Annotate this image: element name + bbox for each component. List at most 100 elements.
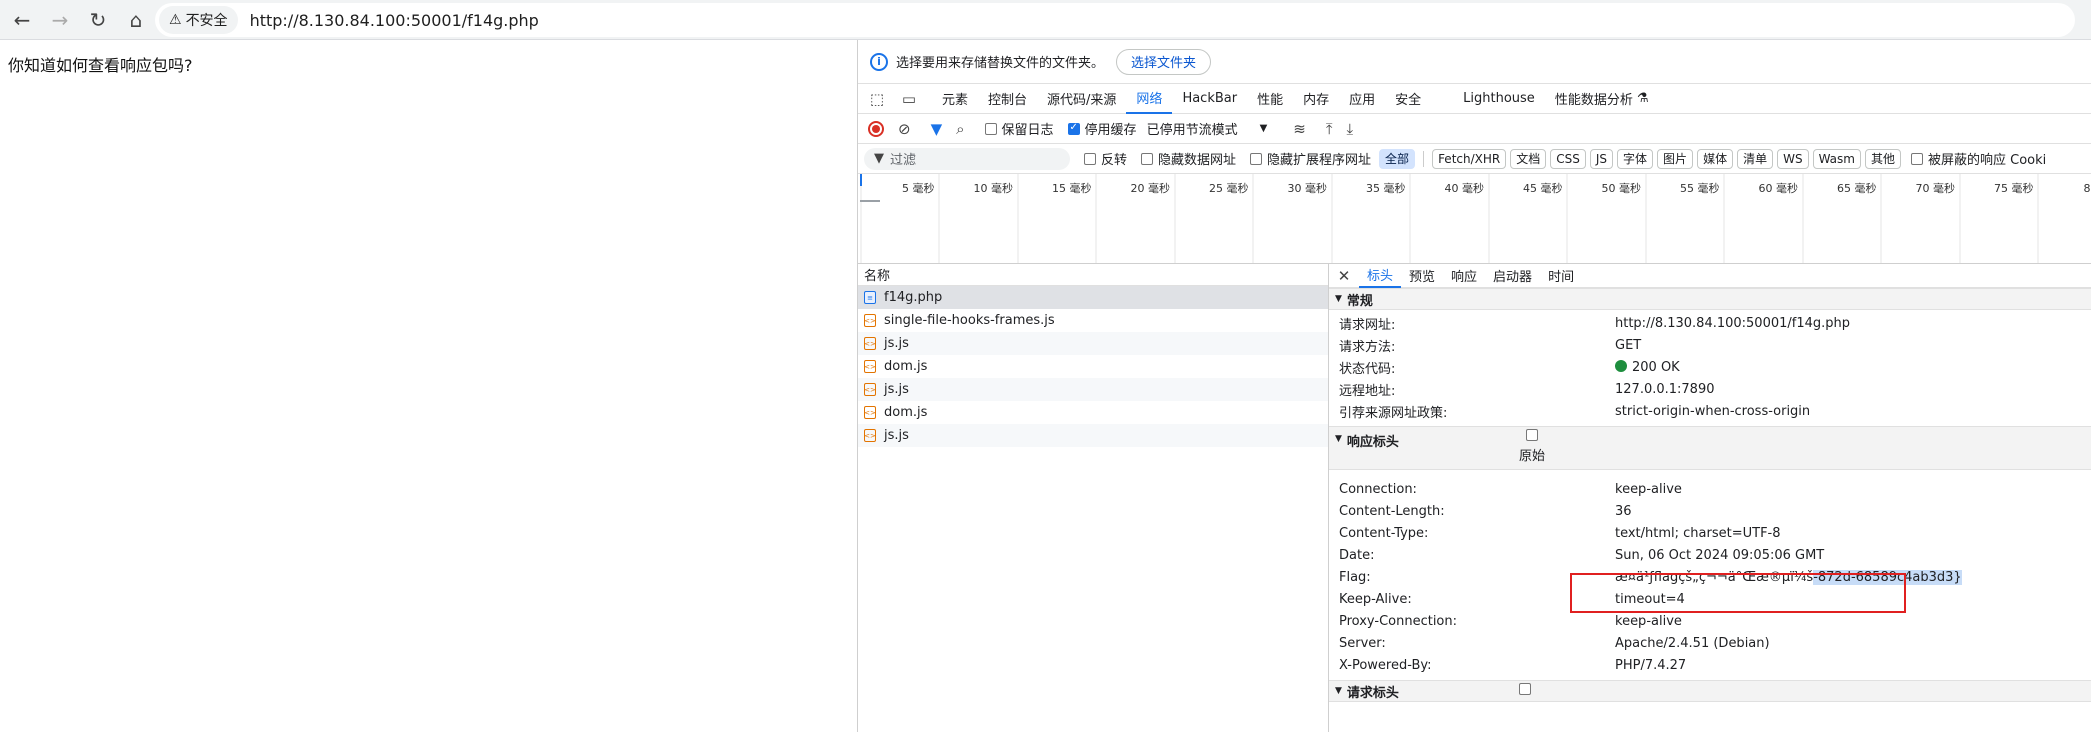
hide-data-urls-checkbox[interactable]: 隐藏数据网址 [1141,149,1236,168]
inspect-element-icon[interactable]: ⬚ [864,86,890,112]
header-value[interactable]: GET [1615,338,1641,353]
close-icon[interactable]: ✕ [1329,267,1359,285]
tab-network[interactable]: 网络 [1126,84,1173,114]
chevron-down-icon[interactable]: ▼ [1260,123,1268,134]
url-text[interactable]: http://8.130.84.100:50001/f14g.php [250,11,539,30]
tab-headers[interactable]: 标头 [1359,264,1402,288]
security-chip[interactable]: ⚠ 不安全 [159,6,238,34]
tab-memory[interactable]: 内存 [1293,84,1339,114]
hide-extension-urls-box[interactable] [1250,152,1263,165]
tab-elements[interactable]: 元素 [932,84,978,114]
chip-other[interactable]: 其他 [1864,148,1901,169]
chip-js[interactable]: JS [1589,148,1614,169]
chip-font[interactable]: 字体 [1617,148,1654,169]
forward-icon[interactable]: → [44,4,76,36]
tab-response[interactable]: 响应 [1443,264,1485,288]
hide-data-urls-box[interactable] [1141,152,1154,165]
record-icon[interactable] [868,120,884,137]
preserve-log-checkbox[interactable]: 保留日志 [984,119,1054,138]
search-icon[interactable]: ⌕ [956,120,964,138]
address-bar[interactable]: ⚠ 不安全 http://8.130.84.100:50001/f14g.php [155,3,2075,37]
request-row[interactable]: <> js.js [858,424,1328,447]
blocked-cookies-checkbox[interactable]: 被屏蔽的响应 Cooki [1911,149,2046,168]
header-value[interactable]: 127.0.0.1:7890 [1615,382,1715,397]
hide-extension-urls-checkbox[interactable]: 隐藏扩展程序网址 [1250,149,1371,168]
tab-timing[interactable]: 时间 [1540,264,1582,288]
tab-hackbar[interactable]: HackBar [1172,84,1247,114]
blocked-cookies-box[interactable] [1911,152,1923,165]
chip-ws[interactable]: WS [1777,148,1809,169]
tab-performance-insights[interactable]: 性能数据分析 [1545,84,1643,114]
chip-css[interactable]: CSS [1550,148,1586,169]
chip-fetch-xhr[interactable]: Fetch/XHR [1432,148,1507,169]
tab-performance[interactable]: 性能 [1247,84,1293,114]
request-row[interactable]: ≡ f14g.php [858,286,1328,309]
request-row[interactable]: <> js.js [858,378,1328,401]
tab-sources[interactable]: 源代码/来源 [1037,84,1126,114]
disable-cache-checkbox[interactable]: 停用缓存 [1067,119,1137,138]
chip-all[interactable]: 全部 [1379,148,1416,169]
throttle-select[interactable]: 已停用节流模式 [1147,119,1238,138]
script-icon: <> [864,406,876,419]
tab-security[interactable]: 安全 [1385,84,1431,114]
tab-initiator[interactable]: 启动器 [1485,264,1540,288]
tab-lighthouse[interactable]: Lighthouse [1453,84,1545,114]
header-value[interactable]: keep-alive [1615,614,1682,629]
chip-media[interactable]: 媒体 [1697,148,1734,169]
request-row[interactable]: <> dom.js [858,401,1328,424]
home-icon[interactable]: ⌂ [120,4,152,36]
filter-icon[interactable]: ▼ [931,120,943,138]
timeline-tick-label: 5 毫秒 [902,182,935,195]
request-raw-checkbox[interactable] [1519,683,1531,695]
header-value[interactable]: keep-alive [1615,482,1682,497]
info-icon: i [870,52,888,71]
invert-box[interactable] [1084,152,1096,165]
timeline-tick-label: 25 毫秒 [1209,182,1249,195]
header-value[interactable]: Sun, 06 Oct 2024 09:05:06 GMT [1615,548,1824,563]
select-folder-button[interactable]: 选择文件夹 [1116,48,1212,75]
preserve-log-box[interactable] [984,122,997,135]
header-value[interactable]: PHP/7.4.27 [1615,658,1686,673]
tab-preview[interactable]: 预览 [1401,264,1443,288]
chip-doc[interactable]: 文档 [1510,148,1547,169]
raw-toggle[interactable]: 原始 [1519,429,1545,464]
request-list-header[interactable]: 名称 [858,264,1328,286]
request-row[interactable]: <> dom.js [858,355,1328,378]
back-icon[interactable]: ← [6,4,38,36]
raw-checkbox[interactable] [1526,429,1538,441]
header-value[interactable]: text/html; charset=UTF-8 [1615,526,1781,541]
device-toolbar-icon[interactable]: ▭ [896,86,922,112]
general-section-header[interactable]: ▼ 常规 [1329,288,2091,310]
chip-manifest[interactable]: 清单 [1737,148,1774,169]
page-content: 你知道如何查看响应包吗? [0,40,858,732]
clear-icon[interactable]: ⊘ [898,120,911,138]
tab-application[interactable]: 应用 [1339,84,1385,114]
disable-cache-box[interactable] [1067,122,1080,135]
chip-wasm[interactable]: Wasm [1812,148,1861,169]
header-value[interactable]: Apache/2.4.51 (Debian) [1615,636,1770,651]
header-value[interactable]: strict-origin-when-cross-origin [1615,404,1810,419]
timeline-tick-label: 30 毫秒 [1287,182,1328,195]
request-row[interactable]: <> single-file-hooks-frames.js [858,309,1328,332]
request-headers-section-header[interactable]: ▼ 请求标头 [1329,680,2091,702]
timeline-tick: 75 毫秒 [1959,174,2038,263]
chip-img[interactable]: 图片 [1657,148,1694,169]
reload-icon[interactable]: ↻ [82,4,114,36]
invert-checkbox[interactable]: 反转 [1084,149,1127,168]
tab-console[interactable]: 控制台 [978,84,1037,114]
header-value[interactable]: 36 [1615,504,1632,519]
download-icon[interactable]: ⤓ [1347,120,1354,138]
network-conditions-icon[interactable]: ≋ [1293,120,1306,138]
response-headers-section-header[interactable]: ▼ 响应标头 原始 [1329,426,2091,470]
network-timeline-overview[interactable]: 5 毫秒 10 毫秒 15 毫秒 20 毫秒 25 毫秒 30 毫秒 35 毫秒 40 毫秒 4… [858,174,2091,264]
filter-input[interactable]: ▼ 过滤 [864,147,1070,170]
upload-icon[interactable]: ⤒ [1326,120,1333,138]
detail-tabs: ✕ 标头 预览 响应 启动器 时间 [1329,264,2091,288]
header-value[interactable]: 200 OK [1615,359,1680,375]
devtools-infobar: i 选择要用来存储替换文件的文件夹。 选择文件夹 [858,40,2091,84]
blocked-cookies-label: 被屏蔽的响应 Cooki [1928,153,2047,168]
request-row[interactable]: <> js.js [858,332,1328,355]
header-value-text: Apache/2.4.51 (Debian) [1615,635,1770,651]
devtools-panel: i 选择要用来存储替换文件的文件夹。 选择文件夹 ⬚ ▭ 元素 控制台 源代码/… [858,40,2091,732]
header-value[interactable]: http://8.130.84.100:50001/f14g.php [1615,316,1850,331]
